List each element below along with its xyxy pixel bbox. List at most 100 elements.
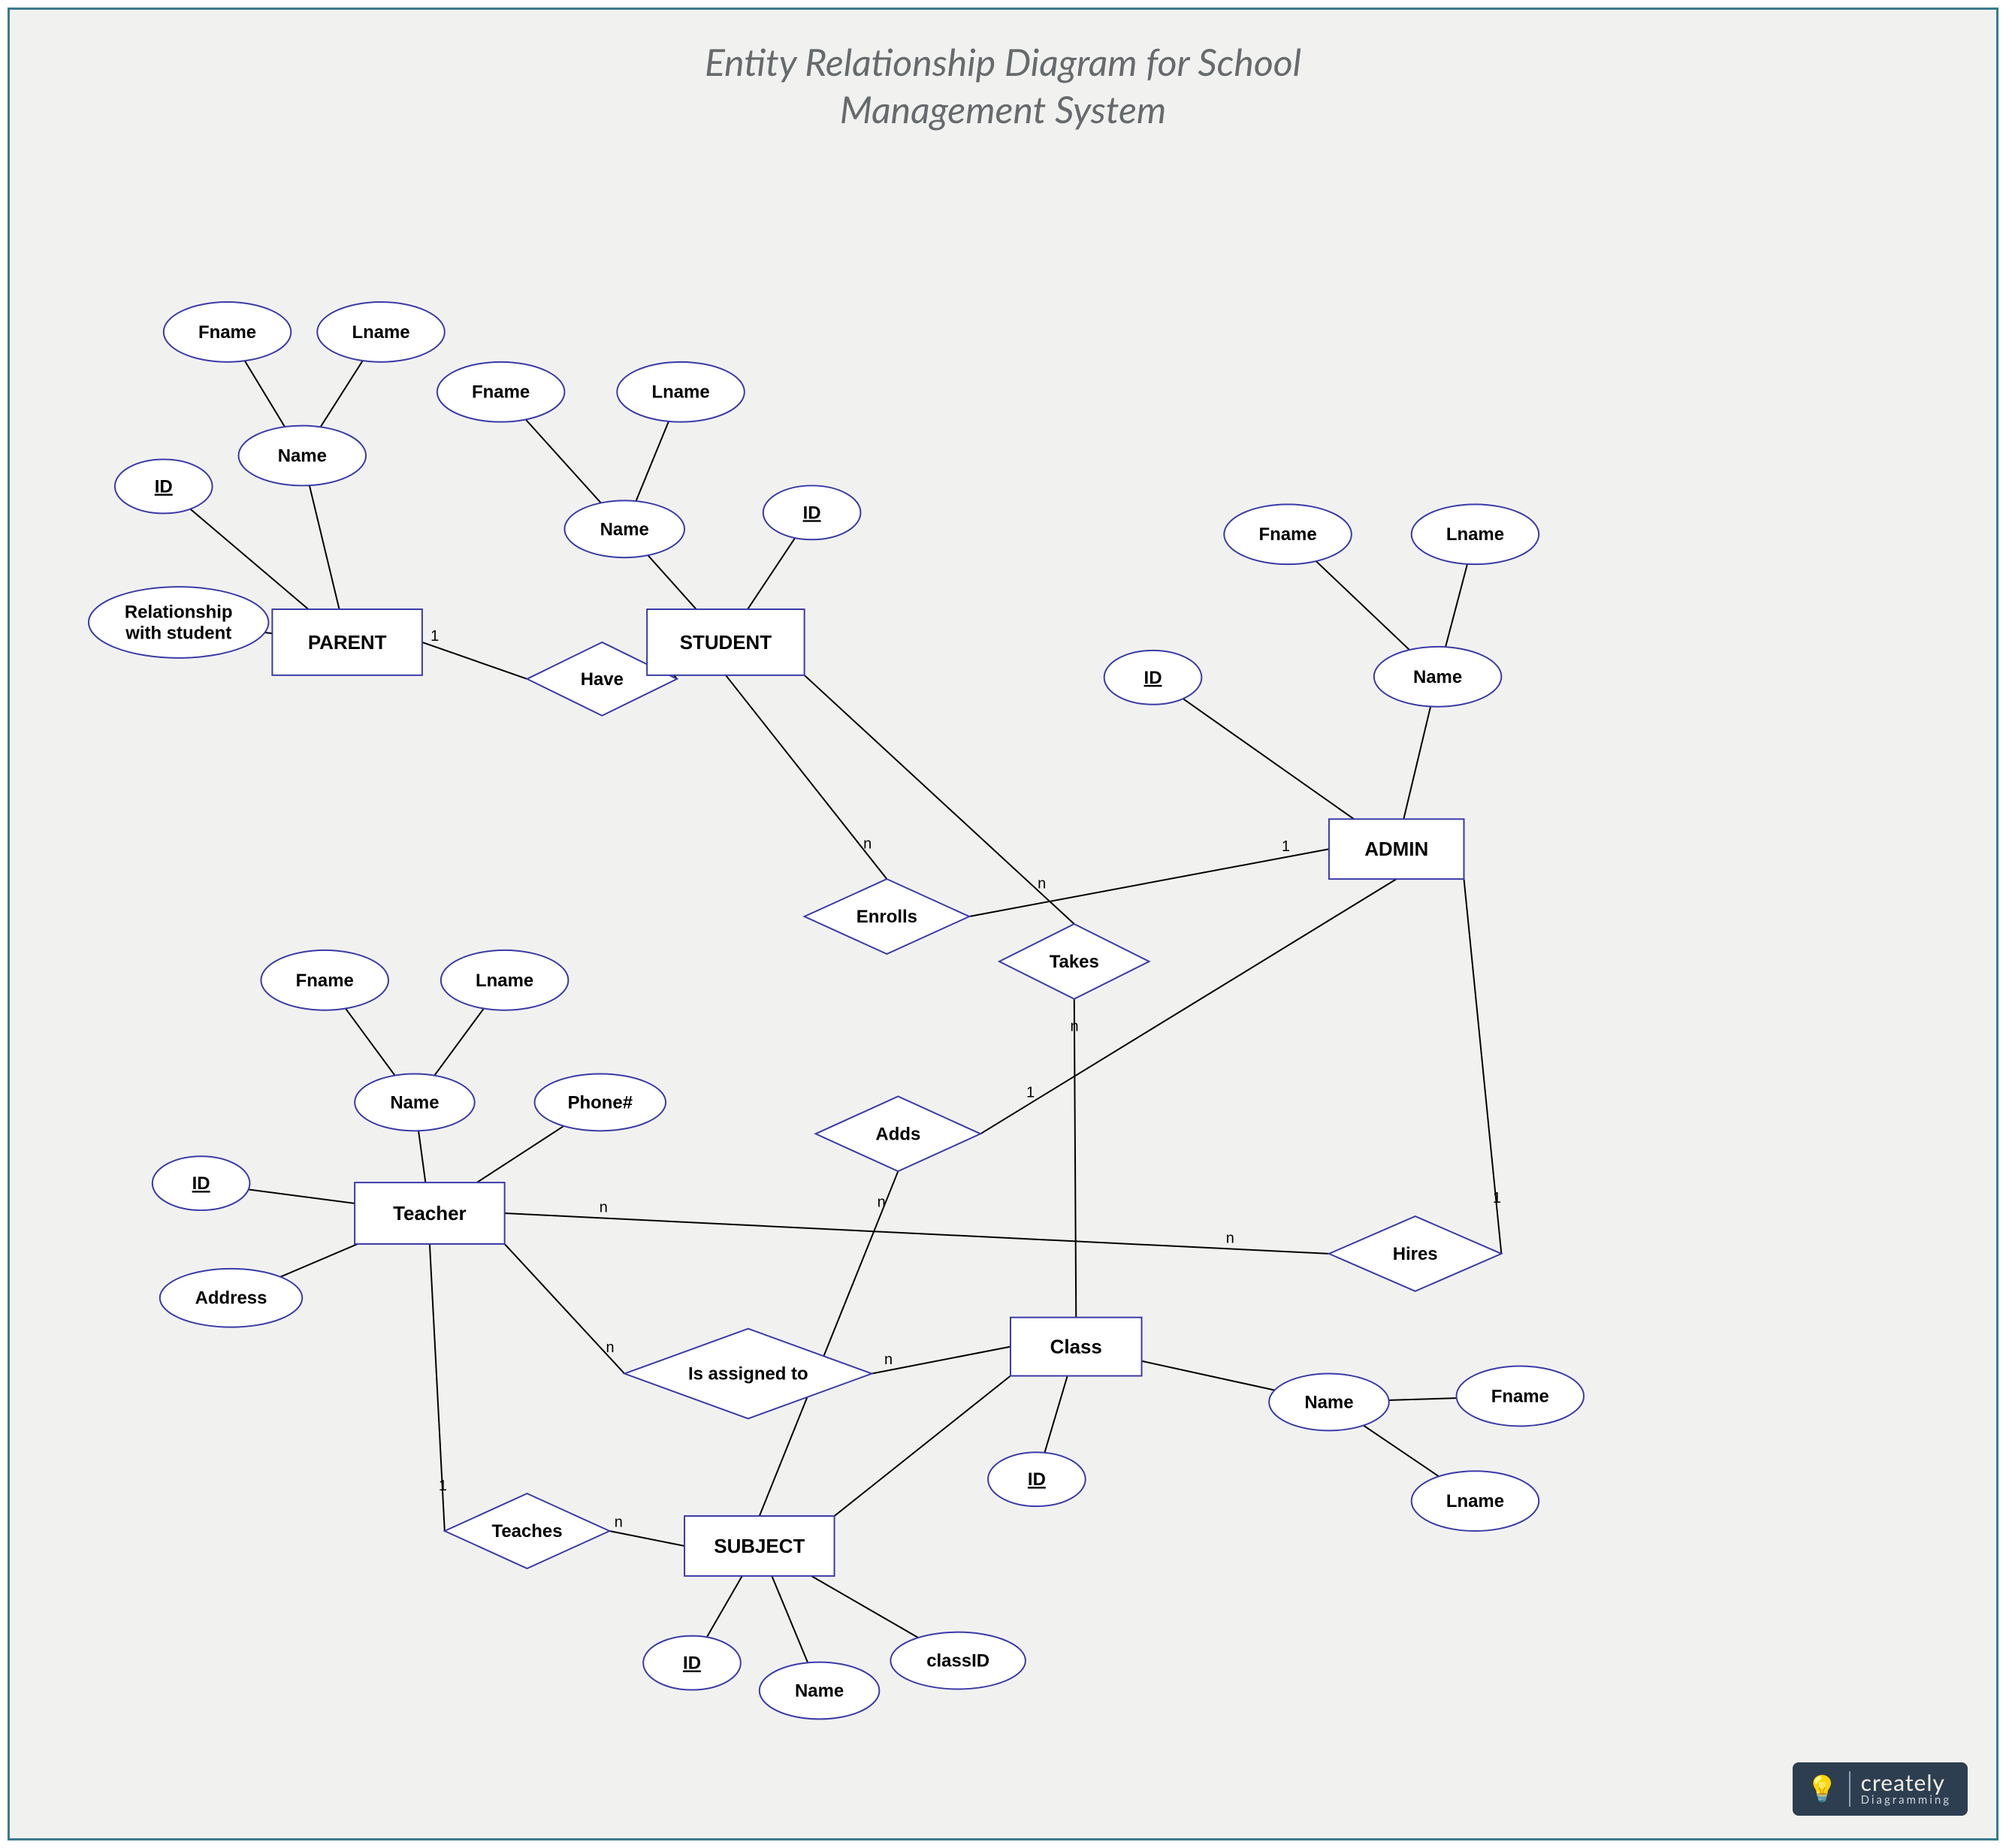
svg-text:n: n bbox=[1071, 1019, 1079, 1035]
attribute-student_id-label: ID bbox=[803, 503, 821, 523]
entity-class bbox=[1011, 1318, 1142, 1376]
attribute-student_name bbox=[564, 500, 684, 557]
svg-text:1: 1 bbox=[439, 1478, 447, 1494]
attribute-subject_id-label: ID bbox=[683, 1653, 701, 1674]
attribute-parent_name bbox=[239, 426, 367, 486]
svg-text:n: n bbox=[646, 628, 654, 645]
attribute-parent_name-label: Name bbox=[278, 446, 327, 467]
attribute-parent_rel bbox=[89, 587, 268, 658]
attribute-class_id-label: ID bbox=[1028, 1469, 1046, 1490]
attribute-class_fname bbox=[1457, 1366, 1585, 1427]
attribute-class_fname-label: Fname bbox=[1491, 1386, 1549, 1406]
attribute-student_fname bbox=[437, 362, 565, 422]
attribute-parent_fname-label: Fname bbox=[198, 322, 256, 343]
attribute-teacher_fname bbox=[261, 950, 388, 1010]
attribute-student_fname-label: Fname bbox=[472, 382, 530, 403]
watermark-brand: creately bbox=[1861, 1771, 1951, 1795]
watermark: 💡 creately Diagramming bbox=[1793, 1762, 1968, 1816]
svg-text:n: n bbox=[606, 1339, 615, 1356]
relationship-hires-label: Hires bbox=[1393, 1244, 1438, 1264]
attribute-teacher_id-label: ID bbox=[192, 1173, 210, 1194]
svg-text:1: 1 bbox=[1493, 1190, 1501, 1206]
title-line-1: Entity Relationship Diagram for School bbox=[705, 39, 1301, 84]
attribute-admin_id bbox=[1104, 651, 1202, 705]
svg-text:n: n bbox=[1038, 875, 1046, 892]
relationship-hires bbox=[1329, 1216, 1501, 1291]
svg-text:n: n bbox=[863, 836, 872, 853]
attribute-class_id bbox=[988, 1452, 1086, 1506]
relationship-adds-label: Adds bbox=[875, 1124, 920, 1144]
attribute-parent_rel-label: Relationship bbox=[125, 602, 233, 623]
relationship-enrolls bbox=[805, 879, 969, 954]
attribute-teacher_addr bbox=[160, 1269, 303, 1327]
attribute-teacher_addr-label: Address bbox=[195, 1288, 267, 1309]
svg-text:n: n bbox=[1226, 1230, 1234, 1246]
entity-subject-label: SUBJECT bbox=[714, 1536, 805, 1557]
attribute-admin_name-label: Name bbox=[1413, 667, 1462, 687]
entity-admin bbox=[1329, 819, 1464, 879]
svg-text:1: 1 bbox=[1282, 838, 1290, 855]
attribute-teacher_id bbox=[153, 1156, 250, 1210]
attribute-parent_lname bbox=[317, 302, 445, 362]
entity-class-label: Class bbox=[1050, 1337, 1102, 1358]
entity-student-label: STUDENT bbox=[680, 633, 772, 654]
attribute-student_lname-label: Lname bbox=[651, 382, 709, 403]
relationship-adds bbox=[816, 1096, 980, 1171]
relationship-assigned bbox=[624, 1329, 872, 1419]
attribute-admin_fname-label: Fname bbox=[1258, 524, 1316, 545]
attribute-subject_classid-label: classID bbox=[926, 1651, 989, 1671]
attribute-admin_lname bbox=[1412, 504, 1539, 564]
svg-text:n: n bbox=[878, 1194, 886, 1210]
attribute-parent_id bbox=[115, 460, 213, 514]
entity-teacher-label: Teacher bbox=[393, 1203, 467, 1224]
attribute-teacher_name bbox=[355, 1074, 475, 1131]
attribute-parent_fname bbox=[164, 302, 292, 362]
bulb-icon: 💡 bbox=[1806, 1771, 1850, 1807]
attribute-teacher_lname bbox=[441, 950, 569, 1010]
entity-parent bbox=[272, 609, 422, 675]
relationship-takes bbox=[999, 924, 1150, 999]
attribute-teacher_phone bbox=[535, 1074, 666, 1131]
attribute-class_lname-label: Lname bbox=[1446, 1491, 1504, 1511]
attribute-student_id bbox=[763, 485, 861, 539]
entity-subject bbox=[684, 1516, 835, 1576]
svg-text:1: 1 bbox=[1026, 1085, 1035, 1101]
attribute-admin_lname-label: Lname bbox=[1446, 524, 1504, 545]
attribute-class_name-label: Name bbox=[1304, 1392, 1353, 1412]
relationship-enrolls-label: Enrolls bbox=[856, 907, 917, 927]
attribute-teacher_lname-label: Lname bbox=[476, 971, 533, 991]
diagram-title: Entity Relationship Diagram for School M… bbox=[10, 38, 1996, 132]
attribute-class_name bbox=[1269, 1374, 1389, 1431]
attribute-admin_fname bbox=[1224, 504, 1352, 564]
entity-student bbox=[647, 609, 804, 675]
attribute-parent_rel-label: with student bbox=[125, 623, 231, 643]
relationship-assigned-label: Is assigned to bbox=[688, 1364, 808, 1384]
attribute-teacher_name-label: Name bbox=[390, 1092, 439, 1113]
diagram-frame: Entity Relationship Diagram for School M… bbox=[8, 8, 1998, 1840]
relationship-have-label: Have bbox=[581, 669, 624, 690]
attribute-subject_id bbox=[643, 1636, 741, 1690]
attribute-subject_classid bbox=[890, 1632, 1026, 1689]
attribute-admin_name bbox=[1374, 647, 1502, 707]
relationship-teaches bbox=[445, 1493, 609, 1569]
entity-teacher bbox=[355, 1182, 505, 1244]
svg-text:n: n bbox=[600, 1200, 608, 1216]
attribute-subject_name-label: Name bbox=[795, 1680, 844, 1701]
relationship-have bbox=[527, 642, 678, 716]
relationship-teaches-label: Teaches bbox=[492, 1521, 563, 1542]
attribute-class_lname bbox=[1412, 1471, 1539, 1531]
title-line-2: Management System bbox=[840, 86, 1166, 131]
entity-admin-label: ADMIN bbox=[1364, 839, 1428, 860]
svg-text:n: n bbox=[884, 1351, 893, 1368]
shape-layer: Fname Lname Name ID Relationshipwith student… bbox=[89, 302, 1584, 1719]
edge-layer bbox=[164, 332, 1521, 1691]
attribute-student_name-label: Name bbox=[600, 519, 649, 539]
relationship-takes-label: Takes bbox=[1050, 952, 1099, 972]
attribute-teacher_phone-label: Phone# bbox=[568, 1092, 633, 1113]
watermark-tag: Diagramming bbox=[1861, 1795, 1951, 1807]
svg-text:n: n bbox=[615, 1514, 623, 1530]
attribute-admin_id-label: ID bbox=[1144, 668, 1162, 688]
attribute-student_lname bbox=[617, 362, 745, 422]
attribute-parent_lname-label: Lname bbox=[352, 322, 409, 343]
attribute-parent_id-label: ID bbox=[155, 476, 173, 497]
